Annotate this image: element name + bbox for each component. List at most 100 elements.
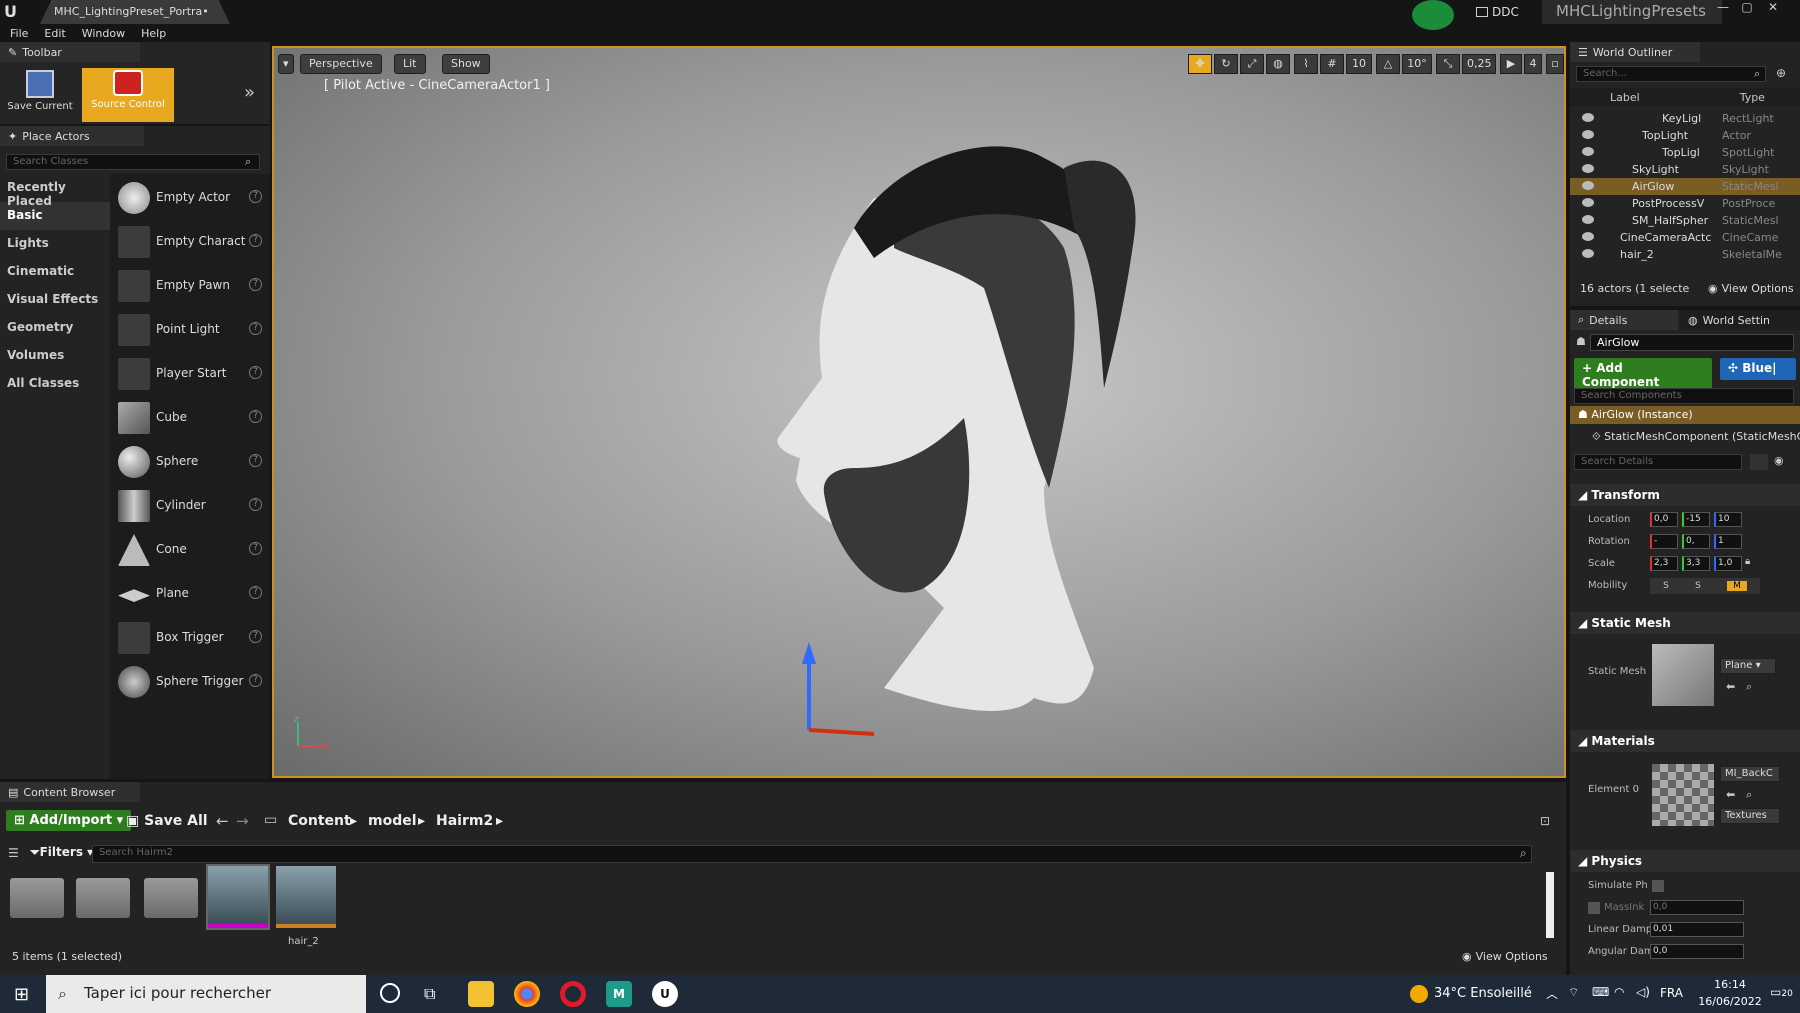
actor-box-trigger[interactable]: Box Trigger?	[114, 618, 264, 658]
rotation-z-input[interactable]: 1	[1714, 534, 1742, 549]
language-indicator[interactable]: FRA	[1660, 986, 1683, 1000]
minimize-button[interactable]: —	[1712, 0, 1734, 14]
rotation-y-input[interactable]: 0,	[1682, 534, 1710, 549]
breadcrumb-model[interactable]: model	[368, 813, 417, 829]
blueprint-button[interactable]: ✣ Blue|	[1720, 358, 1796, 380]
help-icon[interactable]: ?	[249, 410, 262, 423]
category-recently-placed[interactable]: Recently Placed	[0, 174, 110, 208]
keyboard-icon[interactable]: ⌨	[1592, 985, 1609, 999]
folder-tile[interactable]	[76, 878, 130, 918]
lit-button[interactable]: Lit	[394, 54, 426, 74]
windows-start-icon[interactable]: ⊞	[14, 984, 29, 1005]
help-icon[interactable]: ?	[249, 190, 262, 203]
menu-help[interactable]: Help	[141, 27, 166, 40]
outliner-row[interactable]: hair_2 SkeletalMe	[1570, 246, 1800, 263]
source-control-button[interactable]: Source Control	[82, 68, 174, 122]
add-component-button[interactable]: + Add Component	[1574, 358, 1712, 392]
mobility-stationary[interactable]: S	[1695, 581, 1701, 591]
metahuman-app-icon[interactable]: M	[606, 981, 632, 1007]
outliner-row[interactable]: CineCameraActc CineCame	[1570, 229, 1800, 246]
category-all-classes[interactable]: All Classes	[0, 370, 110, 398]
sources-toggle-icon[interactable]: ☰	[8, 846, 19, 860]
component-row[interactable]: ⟐ StaticMeshComponent (StaticMeshC	[1592, 430, 1800, 444]
close-button[interactable]: ✕	[1762, 0, 1784, 14]
use-selected-icon[interactable]: ⬅	[1726, 788, 1735, 801]
visibility-eye-icon[interactable]	[1582, 130, 1594, 139]
location-y-input[interactable]: -15	[1682, 512, 1710, 527]
scale-y-input[interactable]: 3,3	[1682, 556, 1710, 571]
lock-icon[interactable]: ⊡	[1540, 814, 1550, 828]
add-folder-icon[interactable]: ⊕	[1776, 66, 1786, 80]
scale-z-input[interactable]: 1,0	[1714, 556, 1742, 571]
content-browser-tab[interactable]: ▤ Content Browser	[0, 782, 140, 802]
actor-player-start[interactable]: Player Start?	[114, 354, 264, 394]
material-dropdown[interactable]: MI_BackC	[1720, 766, 1780, 782]
category-geometry[interactable]: Geometry	[0, 314, 110, 342]
rotation-snap-value[interactable]: 10°	[1402, 54, 1432, 74]
mobility-static[interactable]: S	[1663, 581, 1669, 591]
col-label[interactable]: Label	[1610, 91, 1640, 104]
clock-time[interactable]: 16:14	[1700, 978, 1760, 991]
actor-cone[interactable]: Cone?	[114, 530, 264, 570]
level-viewport[interactable]: ▾ Perspective Lit Show [ Pilot Active - …	[272, 46, 1566, 778]
grid-snap-value[interactable]: 10	[1346, 54, 1372, 74]
camera-speed-value[interactable]: 4	[1524, 54, 1542, 74]
rotation-x-input[interactable]: -	[1650, 534, 1678, 549]
network-icon[interactable]: ⌔	[1568, 985, 1579, 1000]
outliner-row[interactable]: SkyLight SkyLight	[1570, 161, 1800, 178]
world-local-icon[interactable]: ◍	[1266, 54, 1290, 74]
viewport-options-button[interactable]: ▾	[278, 54, 294, 74]
outliner-search-input[interactable]: Search...	[1576, 66, 1766, 82]
angular-damping-input[interactable]: 0,0	[1650, 944, 1744, 959]
help-icon[interactable]: ?	[249, 322, 262, 335]
help-icon[interactable]: ?	[249, 630, 262, 643]
save-all-button[interactable]: ▣ Save All	[126, 813, 208, 829]
outliner-row[interactable]: TopLight Actor	[1570, 127, 1800, 144]
world-outliner-tab[interactable]: ☰ World Outliner	[1570, 42, 1700, 62]
category-lights[interactable]: Lights	[0, 230, 110, 258]
static-mesh-thumbnail[interactable]	[1652, 644, 1714, 706]
clock-date[interactable]: 16/06/2022	[1692, 995, 1768, 1008]
category-volumes[interactable]: Volumes	[0, 342, 110, 370]
col-type[interactable]: Type	[1740, 91, 1765, 104]
visibility-eye-icon[interactable]	[1582, 215, 1594, 224]
add-import-button[interactable]: ⊞ Add/Import ▾	[6, 810, 132, 831]
details-tab[interactable]: ⌕ Details	[1570, 310, 1678, 330]
filters-button[interactable]: ⏷Filters ▾	[30, 845, 93, 860]
actor-empty-character[interactable]: Empty Charact?	[114, 222, 264, 262]
search-details-input[interactable]: Search Details	[1574, 454, 1742, 470]
back-arrow-icon[interactable]: ←	[216, 812, 229, 830]
perspective-button[interactable]: Perspective	[300, 54, 382, 74]
location-label[interactable]: Location	[1588, 514, 1630, 525]
save-current-button[interactable]: Save Current	[4, 68, 76, 122]
toolbar-more-button[interactable]: »	[244, 82, 255, 103]
scale-tool-icon[interactable]: ⤢	[1240, 54, 1264, 74]
help-icon[interactable]: ?	[249, 234, 262, 247]
folder-tile[interactable]	[144, 878, 198, 918]
location-z-input[interactable]: 10	[1714, 512, 1742, 527]
cortana-icon[interactable]	[380, 983, 400, 1003]
breadcrumb-content[interactable]: Content	[288, 813, 351, 829]
transform-section[interactable]: ◢ Transform	[1570, 484, 1800, 506]
source-control-status-icon[interactable]	[1412, 0, 1454, 30]
browse-icon[interactable]: ⌕	[1746, 788, 1752, 802]
rotate-tool-icon[interactable]: ↻	[1214, 54, 1238, 74]
outliner-row[interactable]: TopLigl SpotLight	[1570, 144, 1800, 161]
menu-window[interactable]: Window	[82, 27, 125, 40]
place-actors-tab[interactable]: ✦ Place Actors	[0, 126, 144, 146]
unreal-taskbar-icon[interactable]: U	[652, 981, 678, 1007]
search-components-input[interactable]: Search Components	[1574, 388, 1794, 404]
actor-point-light[interactable]: Point Light?	[114, 310, 264, 350]
material-thumbnail[interactable]	[1652, 764, 1714, 826]
asset-tile-selected[interactable]	[206, 864, 270, 930]
document-tab[interactable]: MHC_LightingPreset_Portra•	[40, 0, 230, 24]
actor-plane[interactable]: Plane?	[114, 574, 264, 614]
scale-label[interactable]: Scale	[1588, 558, 1615, 569]
actor-sphere[interactable]: Sphere?	[114, 442, 264, 482]
location-x-input[interactable]: 0,0	[1650, 512, 1678, 527]
help-icon[interactable]: ?	[249, 586, 262, 599]
visibility-eye-icon[interactable]	[1582, 181, 1594, 190]
visibility-eye-icon[interactable]	[1582, 164, 1594, 173]
rotation-snap-icon[interactable]: △	[1376, 54, 1400, 74]
mobility-toggle[interactable]: S S M	[1650, 578, 1760, 594]
